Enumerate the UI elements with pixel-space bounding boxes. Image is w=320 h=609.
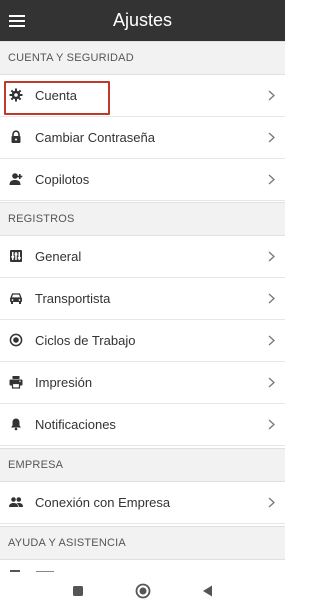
- settings-item-cuenta[interactable]: Cuenta: [0, 75, 285, 117]
- settings-item-notificaciones[interactable]: Notificaciones: [0, 404, 285, 446]
- app-header: Ajustes: [0, 0, 285, 41]
- chevron-right-icon: [268, 174, 275, 185]
- settings-item-label: Impresión: [35, 375, 93, 390]
- section-empresa: EMPRESA: [0, 448, 285, 482]
- chevron-right-icon: [268, 497, 275, 508]
- section-label: EMPRESA: [8, 459, 64, 471]
- settings-item-label: General: [35, 249, 82, 264]
- chevron-right-icon: [268, 377, 275, 388]
- settings-item-transportista[interactable]: Transportista: [0, 278, 285, 320]
- gear-icon: [9, 88, 23, 102]
- bell-icon: [11, 418, 21, 431]
- lock-icon: [11, 130, 21, 143]
- section-cuenta-seguridad: CUENTA Y SEGURIDAD: [0, 41, 285, 75]
- chevron-right-icon: [268, 293, 275, 304]
- settings-item-general[interactable]: General: [0, 236, 285, 278]
- section-label: CUENTA Y SEGURIDAD: [8, 52, 134, 64]
- settings-item-ciclos-de-trabajo[interactable]: Ciclos de Trabajo: [0, 320, 285, 362]
- section-registros: REGISTROS: [0, 202, 285, 236]
- circle-icon[interactable]: [133, 581, 153, 601]
- people-icon: [9, 497, 23, 507]
- square-icon[interactable]: [68, 581, 88, 601]
- chevron-right-icon: [268, 419, 275, 430]
- system-navbar: [0, 572, 285, 609]
- section-label: REGISTROS: [8, 213, 75, 225]
- settings-item-cambiar-contrasena[interactable]: Cambiar Contraseña: [0, 117, 285, 159]
- settings-item-label: Notificaciones: [35, 417, 116, 432]
- settings-item-partial[interactable]: [0, 560, 285, 572]
- settings-item-label: Transportista: [35, 291, 111, 306]
- settings-item-impresion[interactable]: Impresión: [0, 362, 285, 404]
- radio-icon: [9, 333, 23, 347]
- settings-item-conexion-con-empresa[interactable]: Conexión con Empresa: [0, 482, 285, 524]
- chevron-right-icon: [268, 251, 275, 262]
- section-ayuda-asistencia: AYUDA Y ASISTENCIA: [0, 526, 285, 560]
- chevron-right-icon: [268, 335, 275, 346]
- printer-icon: [9, 376, 23, 389]
- section-label: AYUDA Y ASISTENCIA: [8, 537, 126, 549]
- settings-item-label: Cuenta: [35, 88, 77, 103]
- back-triangle-icon[interactable]: [198, 581, 218, 601]
- settings-item-label: Ciclos de Trabajo: [35, 333, 136, 348]
- truck-icon: [10, 293, 22, 304]
- settings-item-label: Copilotos: [35, 172, 90, 187]
- person-icon: [9, 173, 23, 185]
- chevron-right-icon: [268, 132, 275, 143]
- chevron-right-icon: [268, 90, 275, 101]
- settings-item-copilotos[interactable]: Copilotos: [0, 159, 285, 201]
- settings-item-label: Cambiar Contraseña: [35, 130, 155, 145]
- sliders-icon: [10, 250, 22, 262]
- page-title: Ajustes: [112, 10, 173, 30]
- settings-item-label: Conexión con Empresa: [35, 495, 171, 510]
